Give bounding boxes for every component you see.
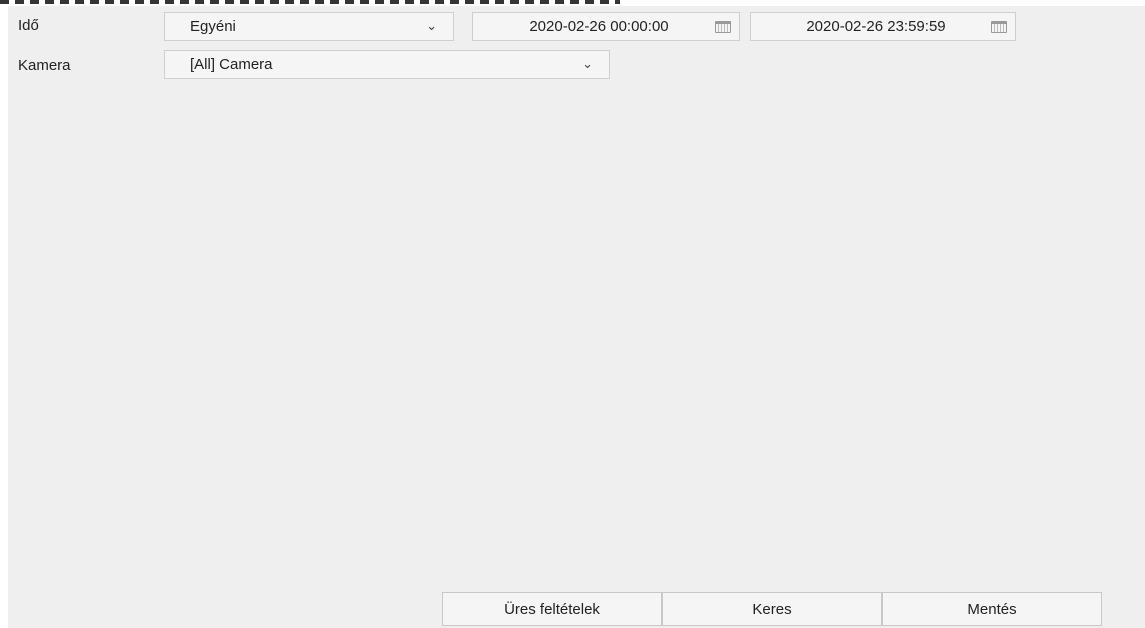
- time-label: Idő: [18, 17, 39, 34]
- time-mode-select[interactable]: Egyéni ⌄: [164, 12, 454, 41]
- end-datetime-value: 2020-02-26 23:59:59: [806, 18, 946, 35]
- camera-value: [All] Camera: [190, 56, 273, 73]
- calendar-icon[interactable]: [715, 21, 731, 33]
- calendar-icon[interactable]: [991, 21, 1007, 33]
- camera-select[interactable]: [All] Camera ⌄: [164, 50, 610, 79]
- chevron-down-icon[interactable]: ⌄: [426, 18, 437, 34]
- save-button[interactable]: Mentés: [882, 592, 1102, 626]
- search-conditions-panel: Idő Egyéni ⌄ 2020-02-26 00:00:00 2020-02…: [8, 6, 1145, 628]
- clear-conditions-button[interactable]: Üres feltételek: [442, 592, 662, 626]
- start-datetime-field[interactable]: 2020-02-26 00:00:00: [472, 12, 740, 41]
- cropped-text-remnant: [0, 0, 620, 4]
- chevron-down-icon[interactable]: ⌄: [582, 56, 593, 72]
- search-button[interactable]: Keres: [662, 592, 882, 626]
- time-mode-value: Egyéni: [190, 18, 236, 35]
- camera-label: Kamera: [18, 57, 71, 74]
- start-datetime-value: 2020-02-26 00:00:00: [529, 18, 669, 35]
- end-datetime-field[interactable]: 2020-02-26 23:59:59: [750, 12, 1016, 41]
